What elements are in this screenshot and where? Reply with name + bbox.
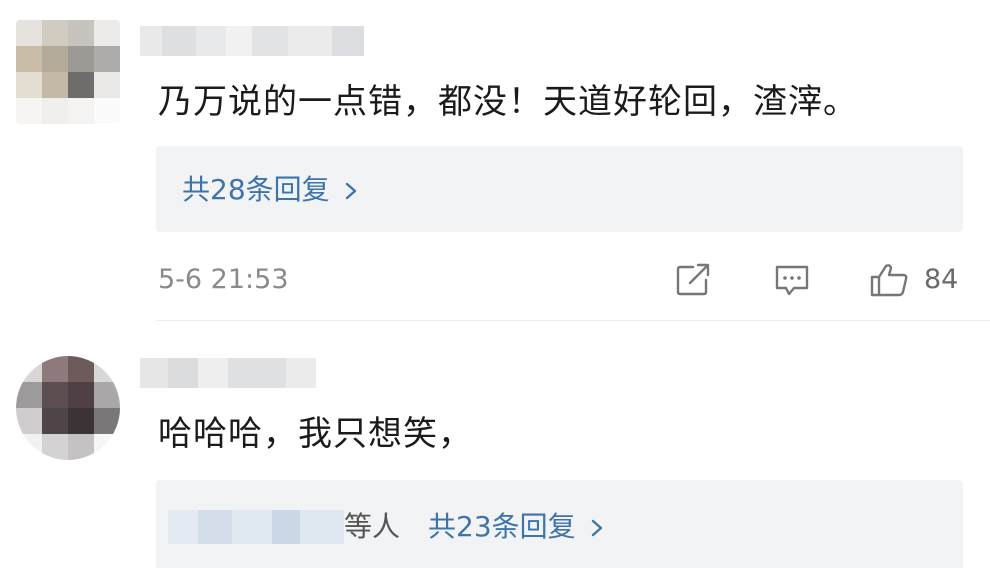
reply-count-label: 共23条回复 (428, 510, 576, 543)
comment-icon (772, 265, 812, 302)
like-count: 84 (924, 264, 959, 295)
chevron-right-icon (590, 512, 604, 546)
like-icon (868, 264, 912, 302)
reply-count-label: 共28条回复 (182, 173, 330, 206)
comment-meta: 5-6 21:53 84 (156, 262, 966, 298)
reply-others-label: 等人 (344, 510, 401, 543)
comment-button[interactable] (772, 262, 812, 298)
comment-item: 哈哈哈，我只想笑， 等人 共23条回复 (0, 322, 990, 568)
share-icon (674, 263, 714, 302)
comment-item: 乃万说的一点错，都没！天道好轮回，渣滓。 共28条回复 5-6 21:53 84 (0, 0, 990, 322)
avatar-mosaic (16, 356, 120, 460)
comment-text: 乃万说的一点错，都没！天道好轮回，渣滓。 (158, 82, 858, 122)
share-button[interactable] (674, 262, 714, 298)
reply-box[interactable]: 等人 共23条回复 (156, 480, 963, 568)
username-redacted[interactable] (140, 26, 364, 56)
avatar[interactable] (16, 356, 120, 460)
reply-box[interactable]: 共28条回复 (156, 146, 963, 232)
username-redacted[interactable] (140, 358, 316, 388)
comment-feed: 乃万说的一点错，都没！天道好轮回，渣滓。 共28条回复 5-6 21:53 84… (0, 0, 990, 568)
view-replies-link[interactable]: 共28条回复 (182, 173, 358, 209)
like-button[interactable]: 84 (868, 262, 968, 298)
chevron-right-icon (344, 175, 358, 209)
avatar-mosaic (16, 20, 120, 124)
avatar[interactable] (16, 20, 120, 124)
comment-text: 哈哈哈，我只想笑， (158, 414, 473, 454)
view-replies-link[interactable]: 共23条回复 (428, 510, 604, 546)
reply-usernames-redacted (168, 510, 344, 544)
comment-divider (156, 320, 990, 321)
timestamp: 5-6 21:53 (158, 264, 289, 295)
